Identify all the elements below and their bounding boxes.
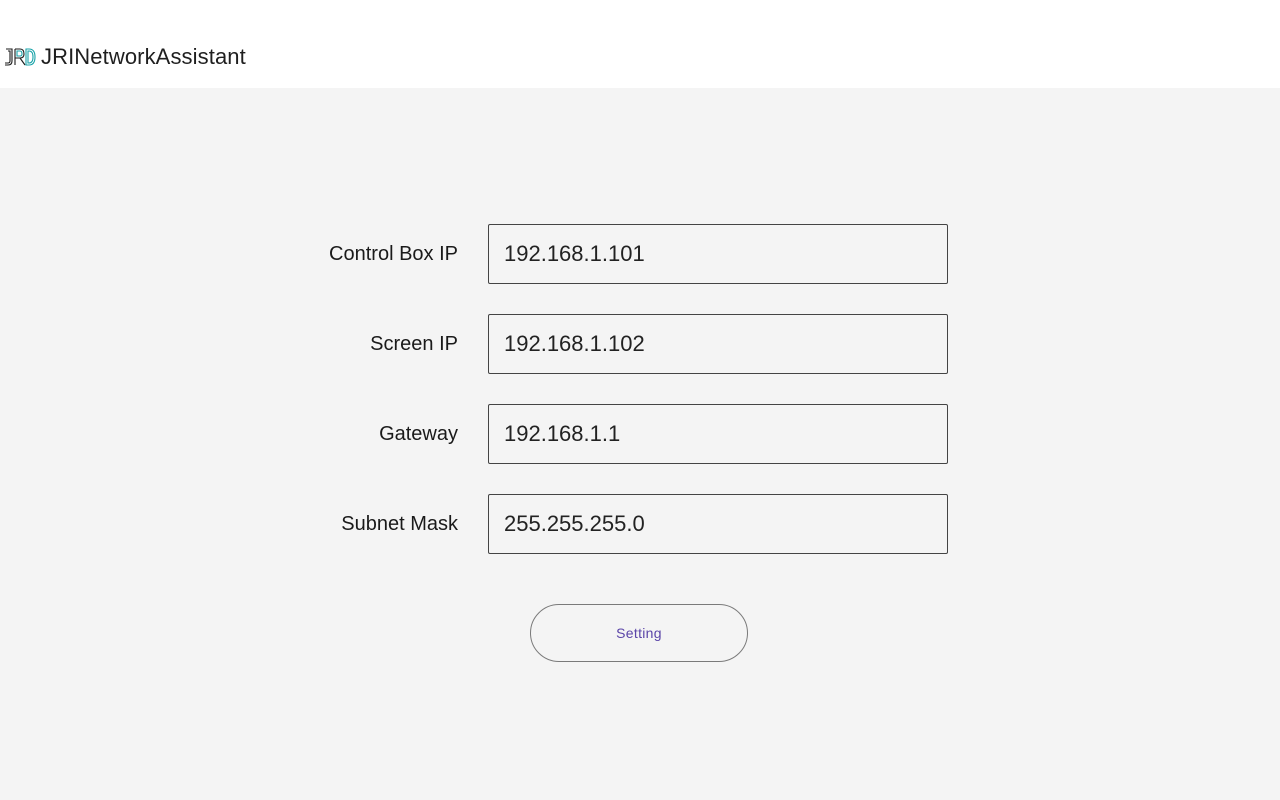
screen-ip-label: Screen IP — [370, 333, 458, 355]
brand: JRINetworkAssistant — [4, 44, 246, 70]
control-box-ip-field-box — [488, 224, 948, 284]
jri-logo-icon — [5, 48, 36, 66]
gateway-input[interactable] — [489, 405, 947, 463]
setting-button[interactable]: Setting — [530, 604, 748, 662]
subnet-mask-field-box — [488, 494, 948, 554]
screen-ip-row: Screen IP — [0, 314, 1280, 374]
control-box-ip-label: Control Box IP — [329, 243, 458, 265]
network-settings-form: Control Box IP Screen IP Gateway Subnet … — [0, 88, 1280, 800]
control-box-ip-row: Control Box IP — [0, 224, 1280, 284]
control-box-ip-input[interactable] — [489, 225, 947, 283]
app-bar: JRINetworkAssistant — [0, 0, 1280, 88]
subnet-mask-input[interactable] — [489, 495, 947, 553]
subnet-mask-row: Subnet Mask — [0, 494, 1280, 554]
gateway-field-box — [488, 404, 948, 464]
subnet-mask-label: Subnet Mask — [341, 513, 458, 535]
gateway-row: Gateway — [0, 404, 1280, 464]
app-title: JRINetworkAssistant — [41, 44, 246, 69]
gateway-label: Gateway — [379, 423, 458, 445]
screen-ip-input[interactable] — [489, 315, 947, 373]
screen-ip-field-box — [488, 314, 948, 374]
